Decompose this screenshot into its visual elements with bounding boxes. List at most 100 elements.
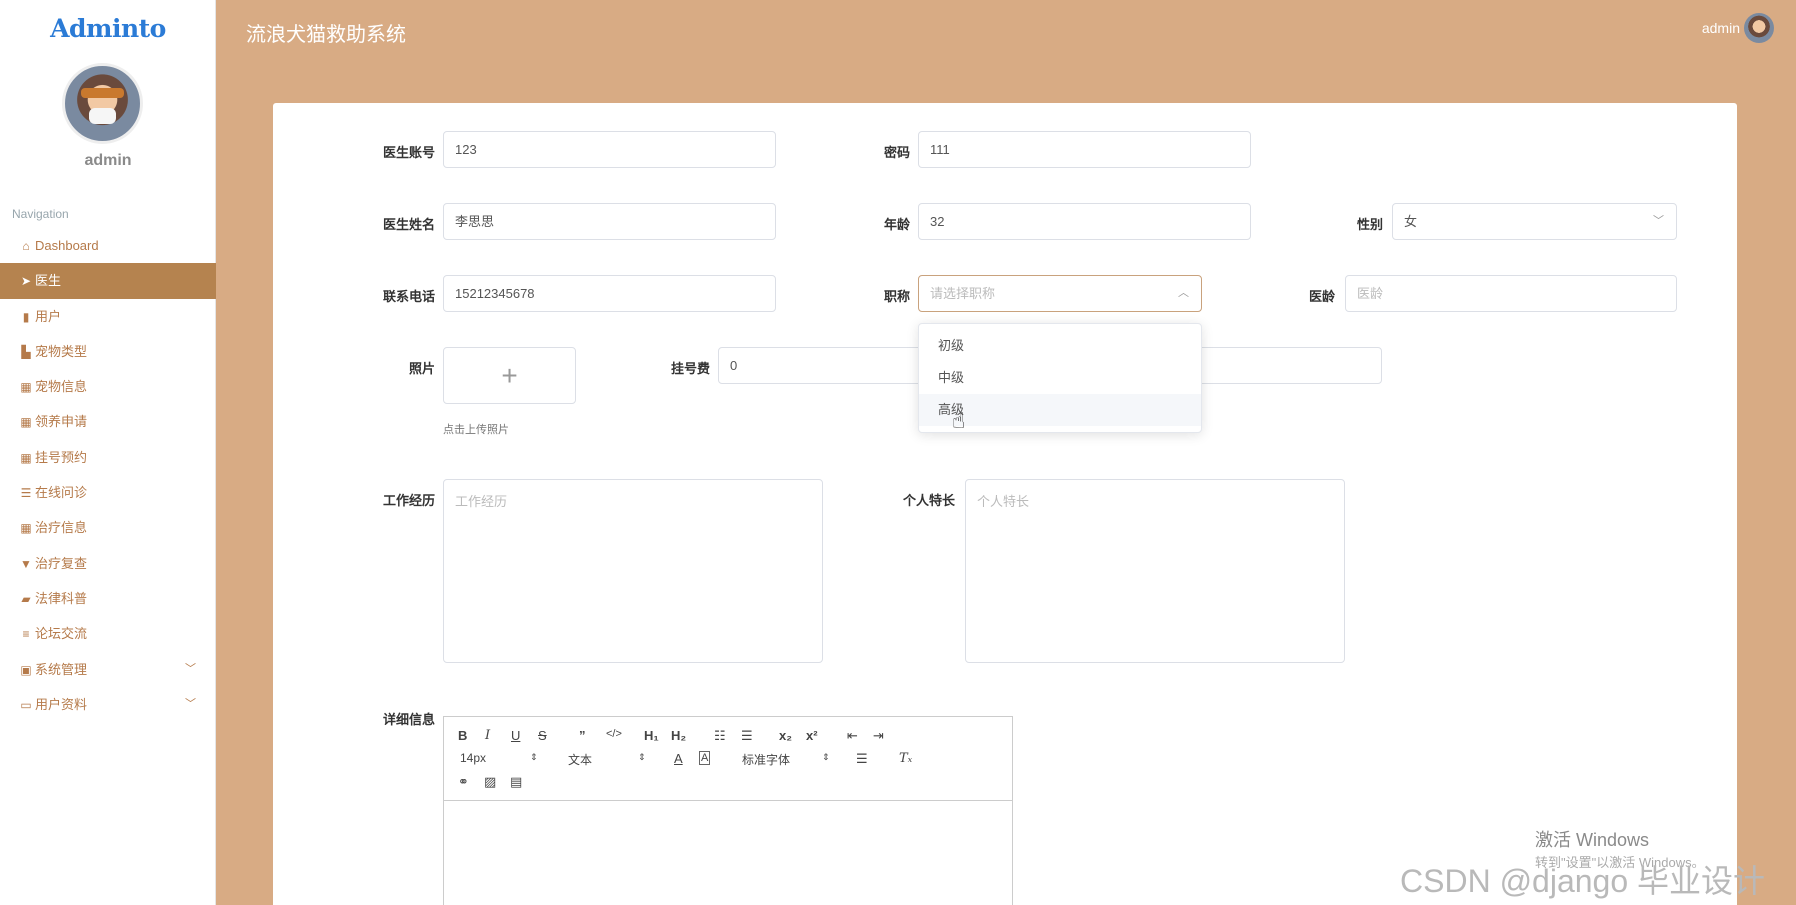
align-icon[interactable]: ☰	[856, 751, 868, 767]
font-family-select[interactable]: 标准字体 ⇕	[742, 751, 832, 768]
block-type-select[interactable]: 文本 ⇕	[568, 751, 648, 768]
ticket-icon: ▰	[21, 591, 31, 606]
nav-section-title: Navigation	[12, 207, 69, 221]
name-label: 医生姓名	[382, 217, 435, 232]
sidebar-username: admin	[84, 152, 132, 169]
link-icon[interactable]: ⚭	[458, 774, 469, 790]
grid-icon: ▦	[20, 450, 32, 465]
blockquote-icon[interactable]: ”	[579, 728, 586, 743]
sidebar-item-users[interactable]: ▮ 用户	[0, 299, 216, 334]
editor-content[interactable]	[444, 801, 1012, 905]
sidebar-item-recheck[interactable]: ▼ 治疗复查	[0, 546, 216, 581]
sidebar-item-appointment[interactable]: ▦ 挂号预约	[0, 440, 216, 475]
updown-icon: ⇕	[530, 752, 538, 762]
hand-cursor-icon: ☝	[952, 408, 966, 433]
header-username[interactable]: admin	[1702, 20, 1740, 36]
font-size-value: 14px	[460, 751, 487, 765]
avatar[interactable]	[62, 63, 143, 144]
sliders-icon: ☰	[20, 486, 32, 501]
title-option-junior[interactable]: 初级	[919, 330, 1201, 362]
font-family-value: 标准字体	[742, 753, 791, 767]
experience-textarea[interactable]: 工作经历	[443, 479, 823, 663]
image-icon[interactable]: ▨	[484, 774, 496, 790]
title-option-intermediate[interactable]: 中级	[919, 362, 1201, 394]
gender-label: 性别	[1356, 217, 1383, 232]
password-label: 密码	[883, 145, 910, 160]
h2-icon[interactable]: H₂	[671, 728, 686, 743]
chevron-down-icon: ﹀	[1653, 215, 1664, 227]
avatar-goggle	[81, 88, 124, 98]
chevron-down-icon: ﹀	[185, 697, 196, 710]
experience-label: 工作经历	[382, 493, 435, 508]
sidebar-item-law[interactable]: ▰ 法律科普	[0, 581, 216, 616]
seniority-label: 医龄	[1308, 289, 1335, 304]
sidebar-item-system[interactable]: ▣ 系统管理 ﹀	[0, 652, 216, 687]
gender-value: 女	[1404, 214, 1418, 229]
plus-icon: +	[501, 360, 518, 391]
header-avatar[interactable]	[1744, 13, 1774, 43]
sidebar-item-profile[interactable]: ▭ 用户资料 ﹀	[0, 687, 216, 722]
updown-icon: ⇕	[638, 752, 646, 762]
bold-icon[interactable]: B	[458, 728, 467, 743]
home-icon: ⌂	[22, 239, 30, 253]
rich-text-editor[interactable]: B I U S ” </> H₁ H₂ ☷ ☰ x₂ x² ⇤ ⇥ 14px ⇕ …	[443, 716, 1013, 905]
indent-icon[interactable]: ⇥	[873, 728, 884, 744]
chevron-up-icon: ︿	[1178, 287, 1189, 299]
italic-icon[interactable]: I	[485, 728, 490, 743]
title-select[interactable]: 请选择职称 ︿	[918, 275, 1202, 312]
seniority-input[interactable]: 医龄	[1345, 275, 1677, 312]
clear-format-icon[interactable]: Tₓ	[899, 751, 912, 766]
chevron-down-icon: ﹀	[185, 662, 196, 675]
account-input[interactable]: 123	[443, 131, 776, 168]
photo-label: 照片	[408, 361, 435, 376]
book-icon: ▙	[21, 344, 31, 359]
font-color-icon[interactable]: A	[674, 751, 683, 766]
underline-icon[interactable]: U	[511, 728, 520, 743]
password-input[interactable]: 111	[918, 131, 1251, 168]
phone-input[interactable]: 15212345678	[443, 275, 776, 312]
gender-select[interactable]: 女 ﹀	[1392, 203, 1677, 240]
sidebar-item-consult[interactable]: ☰ 在线问诊	[0, 475, 216, 510]
sidebar-item-adoption[interactable]: ▦ 领养申请	[0, 404, 216, 439]
block-type-value: 文本	[568, 753, 593, 767]
sidebar-item-doctor[interactable]: ➤ 医生	[0, 263, 216, 299]
sidebar-item-forum[interactable]: ≡ 论坛交流	[0, 616, 216, 651]
card-icon: ▭	[20, 697, 32, 712]
age-input[interactable]: 32	[918, 203, 1251, 240]
superscript-icon[interactable]: x²	[806, 728, 818, 743]
outdent-icon[interactable]: ⇤	[847, 728, 858, 744]
grid-icon: ▦	[20, 521, 32, 536]
age-label: 年龄	[883, 217, 910, 232]
specialty-textarea[interactable]: 个人特长	[965, 479, 1345, 663]
strikethrough-icon[interactable]: S	[538, 728, 547, 743]
h1-icon[interactable]: H₁	[644, 728, 659, 743]
sidebar-item-pet-types[interactable]: ▙ 宠物类型	[0, 334, 216, 369]
name-input[interactable]: 李思思	[443, 203, 776, 240]
sidebar-item-pet-info[interactable]: ▦ 宠物信息	[0, 369, 216, 404]
photo-upload-button[interactable]: +	[443, 347, 576, 404]
stamp-icon: ▼	[20, 556, 32, 571]
phone-label: 联系电话	[382, 289, 435, 304]
send-icon: ➤	[20, 274, 32, 289]
background-color-icon[interactable]: A	[699, 751, 711, 765]
font-size-select[interactable]: 14px ⇕	[460, 751, 540, 765]
ordered-list-icon[interactable]: ☷	[714, 728, 726, 744]
windows-activation-title: 激活 Windows	[1535, 830, 1650, 850]
specialty-label: 个人特长	[902, 493, 955, 508]
sidebar: Adminto admin Navigation ⌂ Dashboard ➤ 医生 …	[0, 0, 216, 905]
list-icon: ≡	[22, 627, 30, 642]
sidebar-item-dashboard[interactable]: ⌂ Dashboard	[0, 228, 216, 263]
updown-icon: ⇕	[822, 752, 830, 762]
app-logo[interactable]: Adminto	[0, 14, 216, 43]
page-title: 流浪犬猫救助系统	[246, 24, 406, 46]
sidebar-item-treatment[interactable]: ▦ 治疗信息	[0, 510, 216, 545]
account-label: 医生账号	[382, 145, 435, 160]
bar-chart-icon: ▮	[22, 309, 30, 324]
code-icon[interactable]: </>	[606, 728, 622, 740]
title-label: 职称	[883, 289, 910, 304]
detail-label: 详细信息	[382, 712, 435, 727]
video-icon[interactable]: ▤	[510, 774, 522, 790]
bullet-list-icon[interactable]: ☰	[741, 728, 753, 744]
subscript-icon[interactable]: x₂	[779, 728, 792, 743]
editor-toolbar: B I U S ” </> H₁ H₂ ☷ ☰ x₂ x² ⇤ ⇥ 14px ⇕ …	[444, 717, 1012, 801]
